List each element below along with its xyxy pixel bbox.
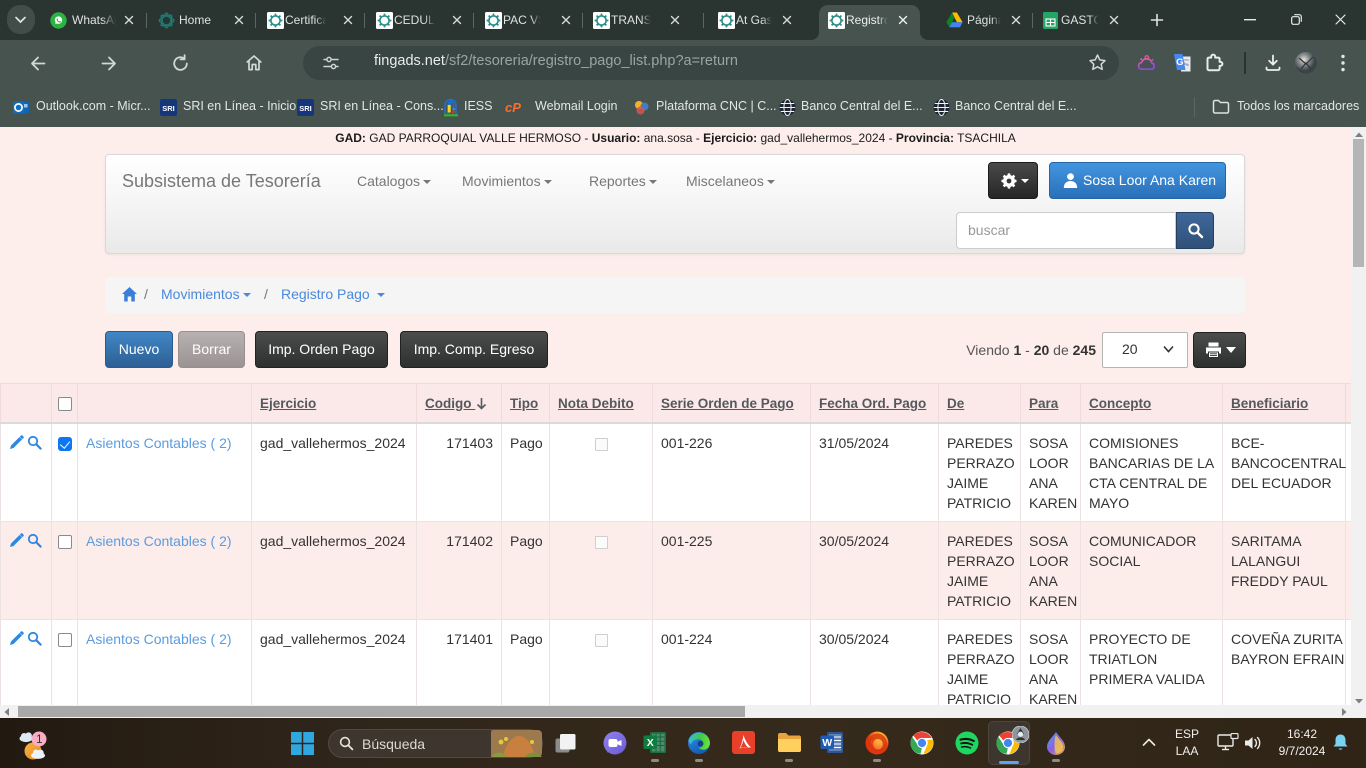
svg-text:G: G: [1176, 57, 1183, 68]
svg-text:SRI: SRI: [162, 104, 175, 113]
svg-text:X: X: [647, 737, 654, 749]
svg-text:SRI: SRI: [299, 104, 312, 113]
svg-text:1: 1: [36, 734, 42, 746]
svg-text:W: W: [822, 737, 832, 749]
